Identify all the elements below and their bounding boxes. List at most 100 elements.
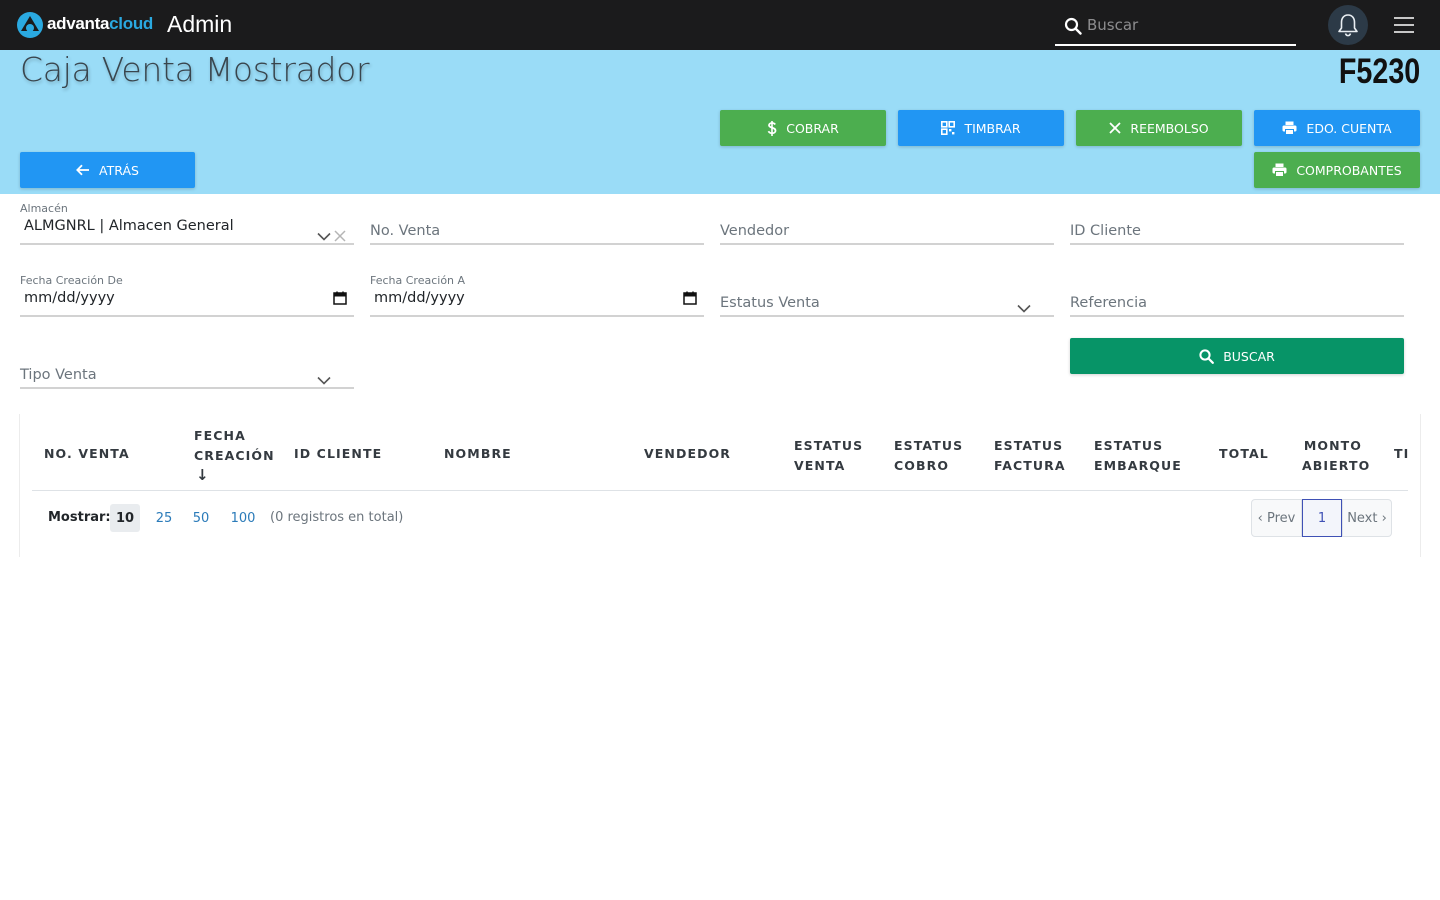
fecha-de-value: mm/dd/yyyy (24, 290, 115, 306)
header-fecha-line1: FECHA (194, 428, 246, 443)
header-monto-line2: ABIERTO (1302, 458, 1371, 473)
current-page-button[interactable]: 1 (1302, 499, 1342, 537)
table-header-divider (32, 490, 1408, 491)
header-estatus-factura-line1: ESTATUS (994, 438, 1064, 453)
estatus-venta-underline (720, 315, 1054, 317)
back-button[interactable]: ATRÁS (20, 152, 195, 188)
calendar-icon[interactable] (683, 291, 697, 305)
header-estatus-embarque-line1: ESTATUS (1094, 438, 1164, 453)
search-icon (1064, 17, 1082, 35)
header-nombre[interactable]: NOMBRE (444, 444, 512, 464)
almacen-select[interactable]: Almacén ALMGNRL | Almacen General (20, 200, 354, 246)
header-estatus-venta[interactable]: ESTATUS VENTA (794, 436, 863, 476)
arrow-left-icon (76, 164, 90, 176)
reembolso-button[interactable]: REEMBOLSO (1076, 110, 1242, 146)
fecha-a-value: mm/dd/yyyy (374, 290, 465, 306)
header-id-cliente[interactable]: ID CLIENTE (294, 444, 382, 464)
back-label: ATRÁS (99, 162, 139, 178)
timbrar-button[interactable]: TIMBRAR (898, 110, 1064, 146)
header-estatus-venta-line1: ESTATUS (794, 438, 864, 453)
page-size-100[interactable]: 100 (228, 504, 258, 532)
referencia-placeholder: Referencia (1070, 295, 1148, 311)
estatus-venta-select[interactable]: Estatus Venta (720, 272, 1054, 318)
fecha-a-underline (370, 315, 704, 317)
search-input[interactable] (1087, 14, 1287, 36)
chevron-down-icon[interactable] (317, 232, 331, 241)
comprobantes-button[interactable]: COMPROBANTES (1254, 152, 1420, 188)
buscar-button[interactable]: BUSCAR (1070, 338, 1404, 374)
header-estatus-cobro-line1: ESTATUS (894, 438, 964, 453)
header-estatus-factura[interactable]: ESTATUS FACTURA (994, 436, 1066, 476)
search-icon (1199, 348, 1215, 364)
calendar-icon[interactable] (333, 291, 347, 305)
id-cliente-underline (1070, 243, 1404, 245)
no-venta-field[interactable]: No. Venta (370, 200, 704, 246)
prev-page-button[interactable]: ‹ Prev (1251, 499, 1302, 537)
page-title: Caja Venta Mostrador (20, 50, 370, 89)
tipo-venta-select[interactable]: Tipo Venta (20, 344, 354, 390)
header-total[interactable]: TOTAL (1219, 444, 1269, 464)
almacen-value: ALMGNRL | Almacen General (24, 218, 234, 234)
header-estatus-embarque-line2: EMBARQUE (1094, 458, 1182, 473)
notifications-button[interactable] (1328, 5, 1368, 45)
chevron-down-icon[interactable] (317, 376, 331, 385)
no-venta-underline (370, 243, 704, 245)
header-estatus-cobro-line2: COBRO (894, 458, 950, 473)
top-navbar: advantacloud Admin (0, 0, 1440, 50)
id-cliente-field[interactable]: ID Cliente (1070, 200, 1404, 246)
header-no-venta[interactable]: NO. VENTA (44, 444, 130, 464)
hamburger-menu-icon[interactable] (1394, 17, 1414, 33)
buscar-label: BUSCAR (1223, 348, 1275, 364)
vendedor-placeholder: Vendedor (720, 223, 790, 239)
referencia-field[interactable]: Referencia (1070, 272, 1404, 318)
page-size-25[interactable]: 25 (152, 504, 176, 532)
clear-icon[interactable] (334, 230, 346, 242)
header-vendedor[interactable]: VENDEDOR (644, 444, 731, 464)
fecha-creacion-de-field[interactable]: Fecha Creación De mm/dd/yyyy (20, 272, 354, 318)
timbrar-label: TIMBRAR (964, 120, 1021, 136)
no-venta-placeholder: No. Venta (370, 223, 441, 239)
chevron-down-icon[interactable] (1017, 304, 1031, 313)
dollar-icon (767, 120, 777, 136)
id-cliente-placeholder: ID Cliente (1070, 223, 1141, 239)
brand-name[interactable]: advantacloud (47, 14, 153, 34)
vendedor-field[interactable]: Vendedor (720, 200, 1054, 246)
fecha-de-label: Fecha Creación De (20, 274, 123, 287)
fecha-a-label: Fecha Creación A (370, 274, 466, 287)
header-estatus-cobro[interactable]: ESTATUS COBRO (894, 436, 963, 476)
brand-part-cloud: cloud (109, 14, 153, 33)
app-title: Admin (167, 11, 233, 37)
header-tipo-truncated[interactable]: TI (1394, 444, 1408, 464)
almacen-underline (20, 243, 354, 245)
header-monto-abierto[interactable]: MONTO ABIERTO (1302, 436, 1371, 476)
sort-arrow-down-icon: ↓ (196, 466, 210, 484)
qr-code-icon (941, 121, 956, 135)
page-size-50[interactable]: 50 (189, 504, 213, 532)
pagination: ‹ Prev 1 Next › (1251, 499, 1392, 537)
global-search (1055, 8, 1296, 46)
header-fecha-line2: CREACIÓN (194, 448, 275, 463)
header-estatus-venta-line2: VENTA (794, 458, 846, 473)
bell-icon (1338, 14, 1358, 37)
header-estatus-factura-line2: FACTURA (994, 458, 1066, 473)
header-fecha-creacion[interactable]: FECHA CREACIÓN ↓ (194, 426, 275, 484)
tipo-venta-placeholder: Tipo Venta (20, 367, 97, 383)
header-estatus-embarque[interactable]: ESTATUS EMBARQUE (1094, 436, 1182, 476)
page-size-10[interactable]: 10 (110, 504, 140, 532)
cobrar-button[interactable]: COBRAR (720, 110, 886, 146)
tipo-venta-underline (20, 387, 354, 389)
edo-cuenta-button[interactable]: EDO. CUENTA (1254, 110, 1420, 146)
comprobantes-label: COMPROBANTES (1296, 162, 1402, 178)
estatus-venta-placeholder: Estatus Venta (720, 295, 820, 311)
fecha-creacion-a-field[interactable]: Fecha Creación A mm/dd/yyyy (370, 272, 704, 318)
advanta-logo-icon[interactable] (16, 11, 44, 39)
header-monto-line1: MONTO (1303, 438, 1362, 453)
referencia-underline (1070, 315, 1404, 317)
next-page-button[interactable]: Next › (1342, 499, 1392, 537)
mostrar-label: Mostrar: (48, 510, 111, 525)
cobrar-label: COBRAR (786, 120, 839, 136)
form-code: F5230 (1338, 52, 1420, 91)
edo-cuenta-label: EDO. CUENTA (1306, 120, 1392, 136)
reembolso-label: REEMBOLSO (1130, 120, 1209, 136)
almacen-label: Almacén (20, 202, 68, 215)
